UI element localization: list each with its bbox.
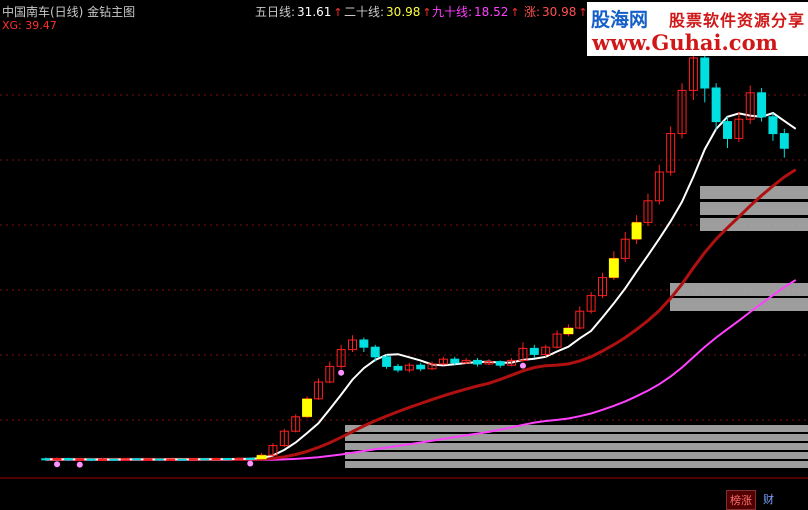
candle-body — [154, 458, 164, 461]
support-band — [670, 298, 808, 311]
entry-dot — [519, 362, 526, 369]
ma5-label: 五日线: — [255, 5, 296, 19]
candle-body — [234, 457, 244, 460]
candle-body — [188, 458, 198, 461]
support-band — [345, 461, 808, 468]
candle-body — [223, 458, 232, 461]
watermark-brand: 股海网 — [591, 9, 649, 31]
candle-body — [711, 87, 721, 123]
ma20-readout: 二十线: 30.98 ↑ — [344, 3, 432, 20]
up-arrow-icon: ↑ — [333, 6, 343, 19]
entry-dot — [247, 460, 254, 467]
candle-body — [63, 458, 73, 461]
candle-body — [495, 361, 505, 366]
candle-body — [393, 365, 403, 371]
candle-body — [450, 358, 460, 364]
candle-body — [359, 339, 369, 348]
support-band — [700, 218, 808, 231]
ma20-label: 二十线: — [344, 5, 385, 19]
watermark-logo: 股海网 股票软件资源分享 www.Guhai.com — [587, 2, 808, 56]
xg-readout: XG: 39.47 — [2, 19, 57, 32]
zhang-readout: 涨: 30.98 ↑ — [524, 3, 588, 20]
tab-cai[interactable]: 财 — [763, 491, 774, 507]
candle-body — [75, 458, 85, 461]
candle-body — [529, 347, 539, 355]
candle-body — [723, 121, 732, 139]
entry-dot — [76, 461, 83, 468]
zhang-value: 30.98 — [542, 5, 577, 19]
entry-dot — [338, 369, 345, 376]
tab-bang[interactable]: 榜涨 — [726, 490, 756, 510]
candle-body — [473, 359, 482, 365]
watermark-slogan: 股票软件资源分享 — [669, 11, 806, 30]
candle-body — [768, 116, 778, 135]
candle-body — [245, 457, 255, 460]
ma20-value: 30.98 — [386, 5, 421, 19]
support-band — [700, 186, 808, 199]
support-band — [345, 434, 808, 441]
candle-body — [416, 364, 426, 370]
candle-body — [211, 458, 221, 461]
price-chart — [0, 46, 808, 479]
ma90-readout: 九十线: 18.52 ↑ — [432, 3, 520, 20]
ma5-readout: 五日线: 31.61 ↑ — [255, 3, 343, 20]
candle-body — [382, 356, 392, 367]
entry-dot — [54, 461, 61, 468]
breakout-bar — [608, 258, 619, 278]
candle-body — [98, 458, 107, 461]
support-band — [345, 425, 808, 432]
breakout-bar — [302, 398, 313, 417]
up-arrow-icon: ↑ — [510, 6, 520, 19]
ma5-value: 31.61 — [297, 5, 332, 19]
chart-title: 中国南车(日线) 金钻主图 — [2, 5, 136, 19]
candle-body — [177, 458, 187, 461]
candle-body — [143, 458, 153, 461]
candle-body — [41, 458, 51, 461]
candle-body — [109, 458, 119, 461]
candle-body — [86, 458, 96, 461]
breakout-bar — [256, 455, 267, 460]
support-band — [345, 452, 808, 459]
ma90-value: 18.52 — [474, 5, 509, 19]
candle-body — [200, 458, 210, 461]
up-arrow-icon: ↑ — [422, 6, 432, 19]
ma20-line — [45, 168, 797, 461]
support-bands — [345, 186, 808, 468]
breakout-bar — [631, 222, 642, 240]
candle-body — [166, 458, 176, 461]
candle-body — [132, 458, 142, 461]
candle-body — [757, 92, 767, 118]
watermark-url: www.Guhai.com — [592, 30, 778, 55]
ma90-label: 九十线: — [432, 5, 473, 19]
candle-body — [700, 57, 710, 89]
candle-body — [52, 458, 62, 461]
candlesticks — [41, 46, 789, 462]
candle-body — [370, 346, 380, 358]
breakout-bar — [563, 328, 574, 334]
zhang-label: 涨: — [524, 5, 541, 19]
candle-body — [779, 133, 789, 149]
